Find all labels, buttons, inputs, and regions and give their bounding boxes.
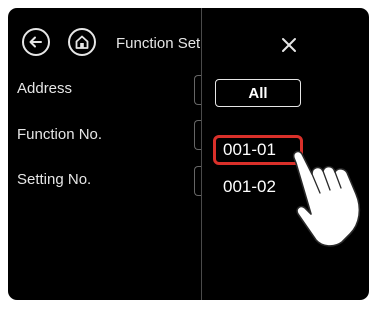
pointing-hand-icon <box>292 150 361 247</box>
close-icon <box>282 38 296 52</box>
function-no-label: Function No. <box>17 126 103 143</box>
home-icon <box>75 35 89 49</box>
all-filter-button[interactable]: All <box>215 79 301 107</box>
address-field[interactable] <box>194 75 201 105</box>
home-button[interactable] <box>68 28 96 56</box>
close-button[interactable] <box>280 36 298 54</box>
setting-no-label: Setting No. <box>17 171 92 188</box>
settings-panel: Function Setting Address Function No. Se… <box>8 8 201 300</box>
back-button[interactable] <box>22 28 50 56</box>
address-label: Address <box>17 80 73 97</box>
setting-no-field[interactable] <box>194 166 201 196</box>
back-arrow-icon <box>29 36 42 48</box>
page-title: Function Setting <box>116 35 200 52</box>
function-no-field[interactable] <box>194 120 201 150</box>
